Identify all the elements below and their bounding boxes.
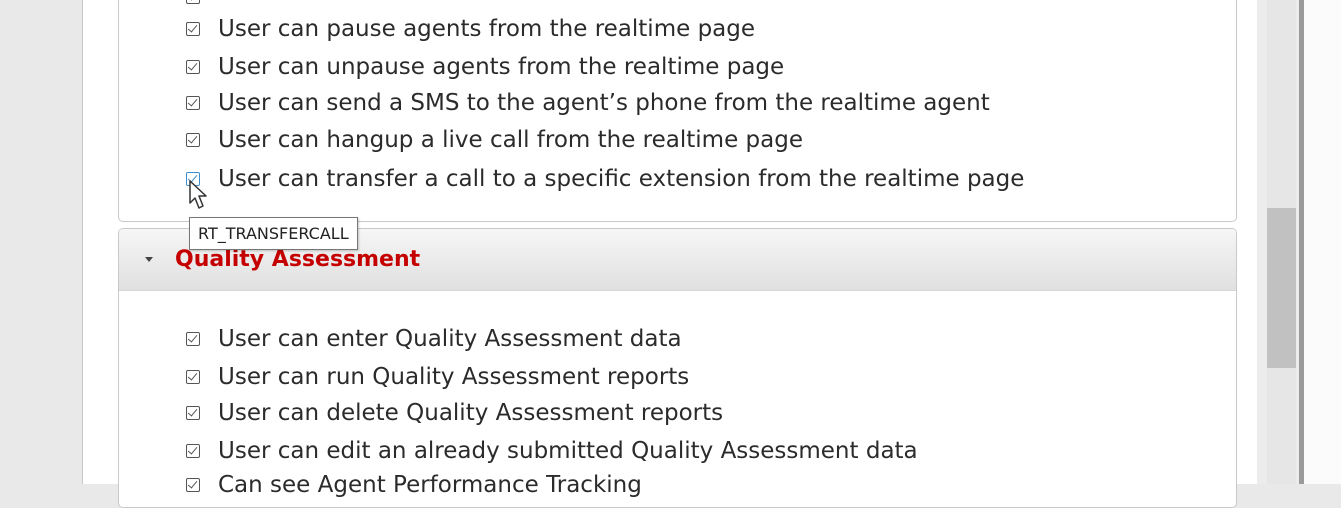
caret-down-icon[interactable]	[145, 257, 153, 262]
permission-row-enter-qa[interactable]: User can enter Quality Assessment data	[186, 322, 682, 356]
permission-row-run-qa-reports[interactable]: User can run Quality Assessment reports	[186, 360, 689, 394]
permission-label: User can hangup a live call from the rea…	[218, 127, 803, 153]
permission-row-hangup[interactable]: User can hangup a live call from the rea…	[186, 123, 803, 157]
permission-label: Can see Agent Performance Tracking	[218, 472, 642, 498]
checkbox[interactable]	[186, 60, 200, 74]
permission-row-send-sms[interactable]: User can send a SMS to the agent’s phone…	[186, 86, 990, 120]
section-title: Quality Assessment	[175, 247, 421, 272]
checkbox[interactable]	[186, 133, 200, 147]
permission-label: User can run Quality Assessment reports	[218, 364, 690, 390]
permission-row-edit-qa-data[interactable]: User can edit an already submitted Quali…	[186, 434, 918, 468]
permission-label: User can enter Quality Assessment data	[218, 326, 682, 352]
checkbox[interactable]	[186, 0, 200, 4]
checkbox[interactable]	[186, 370, 200, 384]
permission-row-unpause[interactable]: User can unpause agents from the realtim…	[186, 50, 784, 84]
mouse-cursor-icon	[189, 180, 207, 209]
checkbox[interactable]	[186, 22, 200, 36]
permission-label: User can edit an already submitted Quali…	[218, 438, 918, 464]
permission-row-agent-performance[interactable]: Can see Agent Performance Tracking	[186, 468, 642, 502]
checkbox[interactable]	[186, 96, 200, 110]
permission-label: User can delete Quality Assessment repor…	[218, 400, 724, 426]
permission-label: User can transfer a call to a specific e…	[218, 166, 1025, 192]
permission-label: User can unpause agents from the realtim…	[218, 54, 785, 80]
outer-background	[1304, 0, 1341, 484]
permission-label: User can pause agents from the realtime …	[218, 16, 756, 42]
checkbox[interactable]	[186, 406, 200, 420]
permission-row-delete-qa-reports[interactable]: User can delete Quality Assessment repor…	[186, 396, 723, 430]
permission-row-transfer[interactable]: User can transfer a call to a specific e…	[186, 162, 1024, 196]
scrollbar-thumb[interactable]	[1267, 208, 1296, 368]
checkbox[interactable]	[186, 444, 200, 458]
tooltip: RT_TRANSFERCALL	[189, 217, 358, 250]
checkbox[interactable]	[186, 478, 200, 492]
permission-label: User can send a SMS to the agent’s phone…	[218, 90, 990, 116]
vertical-scrollbar[interactable]	[1267, 0, 1296, 484]
checkbox[interactable]	[186, 332, 200, 346]
permission-row-pause[interactable]: User can pause agents from the realtime …	[186, 12, 755, 46]
